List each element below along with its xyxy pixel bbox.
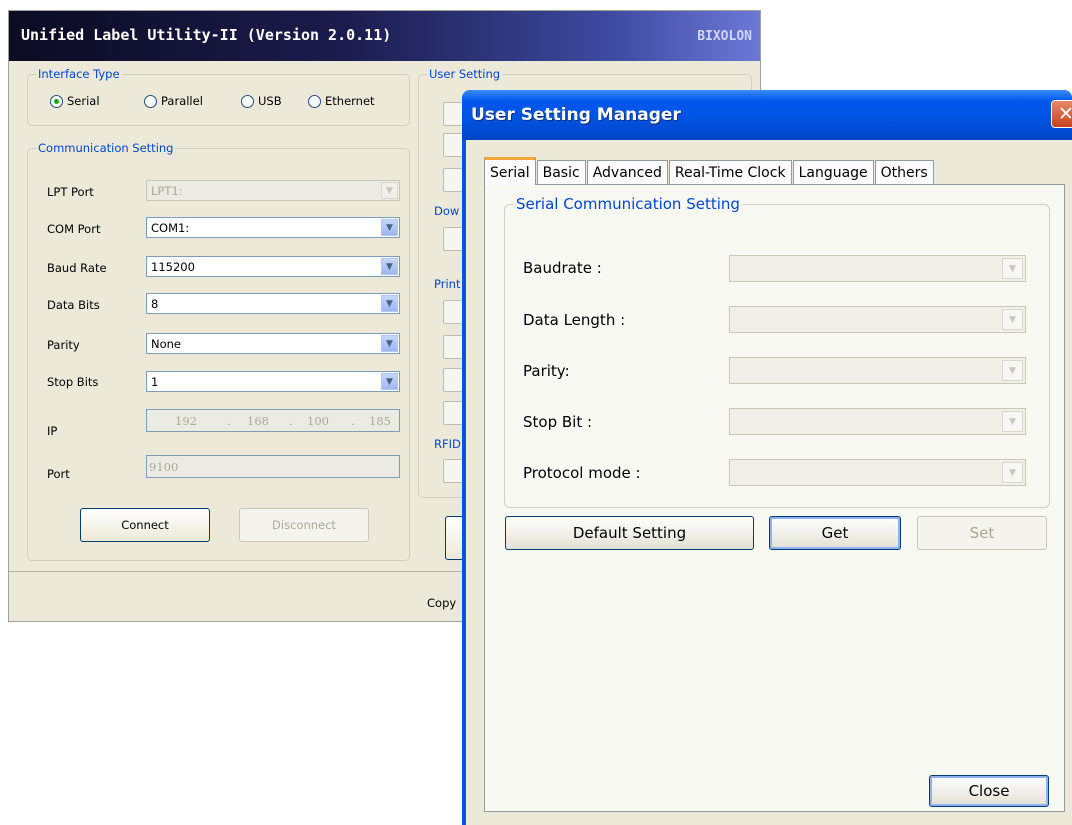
chevron-down-icon[interactable]: ▼ — [381, 258, 398, 275]
ip-octet-3: 100 — [307, 414, 329, 428]
radio-ethernet-label: Ethernet — [325, 94, 375, 108]
radio-serial[interactable]: Serial — [50, 94, 100, 108]
stop-bit-label: Stop Bit : — [523, 413, 593, 431]
chevron-down-icon: ▼ — [381, 182, 398, 199]
chevron-down-icon: ▼ — [1002, 411, 1023, 432]
close-icon[interactable]: ✕ — [1051, 100, 1072, 128]
serial-communication-legend: Serial Communication Setting — [513, 195, 743, 213]
chevron-down-icon[interactable]: ▼ — [381, 219, 398, 236]
dialog-body: Serial Basic Advanced Real-Time Clock La… — [466, 140, 1072, 825]
user-setting-manager-dialog: User Setting Manager ✕ Serial Basic Adva… — [462, 90, 1072, 825]
tab-advanced[interactable]: Advanced — [586, 160, 668, 184]
main-window-title: Unified Label Utility-II (Version 2.0.11… — [21, 26, 392, 44]
chevron-down-icon[interactable]: ▼ — [381, 373, 398, 390]
tab-real-time-clock[interactable]: Real-Time Clock — [668, 160, 792, 184]
lpt-port-value: LPT1: — [151, 184, 183, 198]
dialog-title: User Setting Manager — [471, 105, 681, 125]
interface-type-legend: Interface Type — [36, 67, 122, 81]
download-legend: Dow — [434, 204, 460, 218]
port-label: Port — [47, 467, 70, 481]
interface-type-group: Interface Type Serial Parallel USB Ether… — [27, 67, 410, 126]
ip-octet-4: 185 — [369, 414, 391, 428]
communication-setting-group: Communication Setting LPT Port LPT1: ▼ C… — [27, 141, 410, 561]
ip-octet-1: 192 — [175, 414, 197, 428]
ip-dot: . — [227, 414, 231, 428]
close-button[interactable]: Close — [929, 775, 1049, 807]
baudrate-select[interactable]: ▼ — [729, 255, 1026, 282]
radio-usb[interactable]: USB — [241, 94, 282, 108]
status-copyright-text: Copy — [427, 596, 457, 610]
protocol-mode-label: Protocol mode : — [523, 464, 641, 482]
radio-icon — [308, 94, 321, 108]
parity-label: Parity — [47, 338, 80, 352]
chevron-down-icon: ▼ — [1002, 258, 1023, 279]
chevron-down-icon: ▼ — [1002, 462, 1023, 483]
data-bits-value: 8 — [151, 297, 159, 311]
ip-octet-2: 168 — [247, 414, 269, 428]
protocol-mode-select[interactable]: ▼ — [729, 459, 1026, 486]
rfid-legend: RFID — [434, 437, 461, 451]
tab-panel-serial: Serial Communication Setting Baudrate : … — [484, 184, 1065, 812]
main-title-bar[interactable]: Unified Label Utility-II (Version 2.0.11… — [9, 11, 760, 61]
port-value: 9100 — [149, 460, 179, 474]
brand-logo: BIXOLON — [697, 29, 752, 44]
baudrate-label: Baudrate : — [523, 259, 602, 277]
chevron-down-icon[interactable]: ▼ — [381, 295, 398, 312]
radio-selected-icon — [50, 94, 63, 108]
com-port-value: COM1: — [151, 221, 190, 235]
set-button[interactable]: Set — [917, 516, 1047, 550]
serial-communication-group: Serial Communication Setting Baudrate : … — [504, 195, 1050, 508]
tab-strip: Serial Basic Advanced Real-Time Clock La… — [484, 157, 935, 185]
radio-parallel-label: Parallel — [161, 94, 203, 108]
connect-button[interactable]: Connect — [80, 508, 210, 542]
communication-setting-legend: Communication Setting — [36, 141, 176, 155]
stop-bits-value: 1 — [151, 375, 159, 389]
get-button[interactable]: Get — [769, 516, 901, 550]
parity-value: None — [151, 337, 182, 351]
radio-ethernet[interactable]: Ethernet — [308, 94, 375, 108]
baud-rate-label: Baud Rate — [47, 261, 107, 275]
tab-serial[interactable]: Serial — [484, 157, 536, 185]
ip-dot: . — [289, 414, 293, 428]
ip-label: IP — [47, 424, 58, 438]
tab-others[interactable]: Others — [874, 160, 934, 184]
data-length-label: Data Length : — [523, 311, 626, 329]
chevron-down-icon: ▼ — [1002, 309, 1023, 330]
tab-basic[interactable]: Basic — [536, 160, 586, 184]
stop-bits-label: Stop Bits — [47, 375, 99, 389]
chevron-down-icon: ▼ — [1002, 360, 1023, 381]
baud-rate-select[interactable]: 115200 ▼ — [146, 256, 400, 277]
com-port-select[interactable]: COM1: ▼ — [146, 217, 400, 238]
data-bits-select[interactable]: 8 ▼ — [146, 293, 400, 314]
stop-bit-select[interactable]: ▼ — [729, 408, 1026, 435]
parity-select[interactable]: None ▼ — [146, 333, 400, 354]
disconnect-button[interactable]: Disconnect — [239, 508, 369, 542]
port-input[interactable]: 9100 — [146, 455, 400, 478]
baud-rate-value: 115200 — [151, 260, 195, 274]
default-setting-button[interactable]: Default Setting — [505, 516, 754, 550]
radio-icon — [144, 94, 157, 108]
chevron-down-icon[interactable]: ▼ — [381, 335, 398, 352]
radio-icon — [241, 94, 254, 108]
dialog-title-bar[interactable]: User Setting Manager ✕ — [462, 90, 1072, 140]
parity-select[interactable]: ▼ — [729, 357, 1026, 384]
user-setting-legend: User Setting — [427, 67, 503, 81]
ip-dot: . — [351, 414, 355, 428]
data-length-select[interactable]: ▼ — [729, 306, 1026, 333]
print-legend: Print — [434, 277, 461, 291]
parity-label: Parity: — [523, 362, 570, 380]
radio-parallel[interactable]: Parallel — [144, 94, 203, 108]
lpt-port-label: LPT Port — [47, 185, 94, 199]
radio-serial-label: Serial — [67, 94, 100, 108]
data-bits-label: Data Bits — [47, 298, 100, 312]
stop-bits-select[interactable]: 1 ▼ — [146, 371, 400, 392]
ip-address-input[interactable]: 192 . 168 . 100 . 185 — [146, 409, 400, 432]
tab-language[interactable]: Language — [792, 160, 874, 184]
com-port-label: COM Port — [47, 222, 101, 236]
lpt-port-select[interactable]: LPT1: ▼ — [146, 180, 400, 201]
radio-usb-label: USB — [258, 94, 282, 108]
